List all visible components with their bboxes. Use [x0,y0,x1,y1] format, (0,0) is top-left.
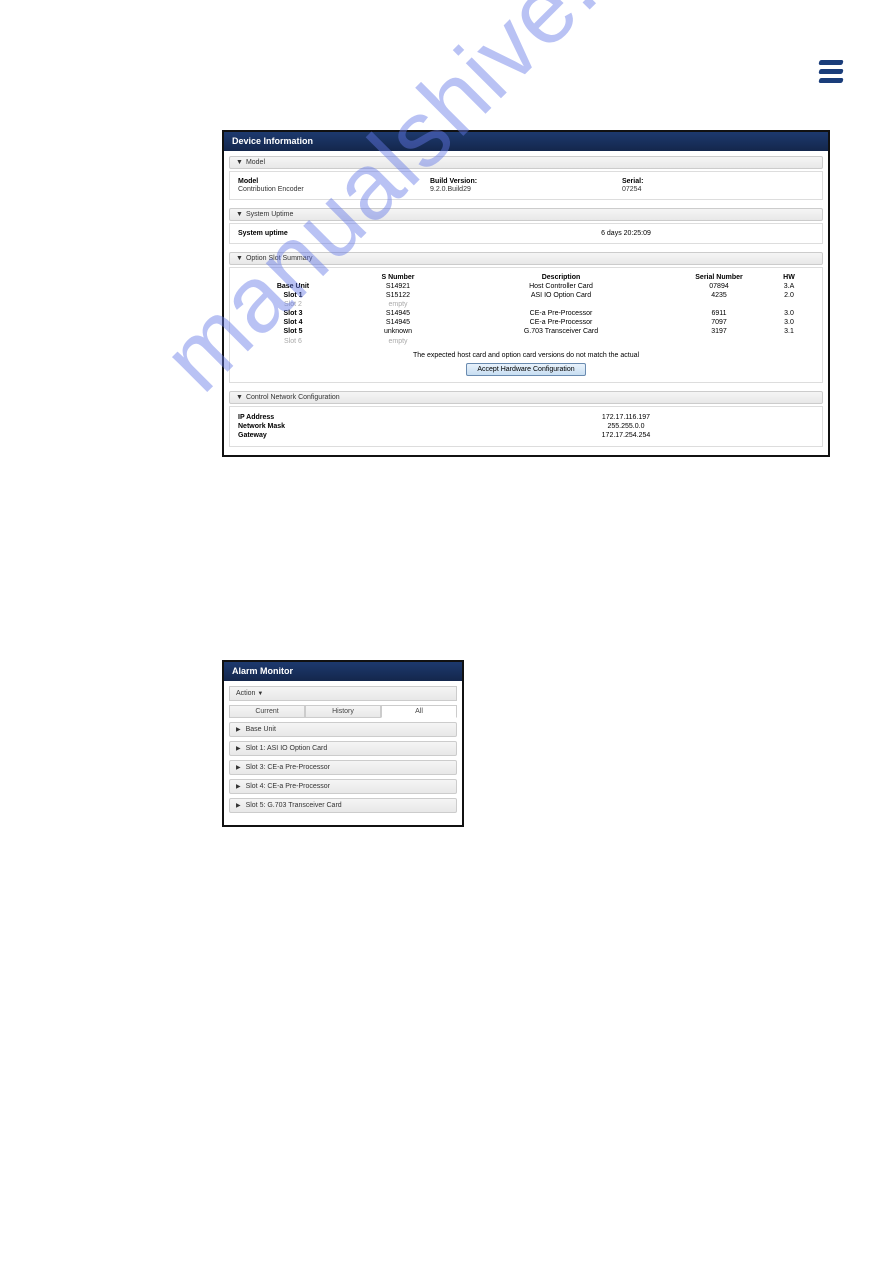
network-header-label: Control Network Configuration [246,394,340,401]
network-section-body: IP Address172.17.116.197Network Mask255.… [229,406,823,447]
alarm-item-label: Slot 3: CE-a Pre-Processor [244,764,330,771]
caret-down-icon: ▼ [236,255,243,262]
alarm-item[interactable]: ▶ Slot 3: CE-a Pre-Processor [229,760,457,775]
uptime-section-body: System uptime 6 days 20:25:09 [229,223,823,244]
caret-right-icon: ▶ [236,727,241,733]
tab-all[interactable]: All [381,705,457,718]
slot-note: The expected host card and option card v… [238,352,814,359]
alarm-item[interactable]: ▶ Slot 4: CE-a Pre-Processor [229,779,457,794]
model-value: Contribution Encoder [238,186,430,193]
caret-right-icon: ▶ [236,746,241,752]
network-row: IP Address172.17.116.197 [238,413,814,422]
model-label: Model [238,178,430,185]
table-row: Base UnitS14921Host Controller Card07894… [238,282,814,291]
uptime-section-header[interactable]: ▼System Uptime [229,208,823,221]
alarm-item[interactable]: ▶ Slot 5: G.703 Transceiver Card [229,798,457,813]
uptime-value: 6 days 20:25:09 [438,230,814,237]
network-section-header[interactable]: ▼Control Network Configuration [229,391,823,404]
table-row: Slot 1S15122ASI IO Option Card42352.0 [238,291,814,300]
serial-value: 07254 [622,186,814,193]
alarm-item-label: Base Unit [244,726,276,733]
alarm-item-label: Slot 4: CE-a Pre-Processor [244,783,330,790]
table-row: Slot 3S14945CE-a Pre-Processor69113.0 [238,309,814,318]
caret-right-icon: ▶ [236,784,241,790]
table-row: Slot 5unknownG.703 Transceiver Card31973… [238,327,814,336]
build-label: Build Version: [430,178,622,185]
slot-table-header: S Number Description Serial Number HW [238,274,814,281]
device-info-title: Device Information [224,132,828,151]
action-menu[interactable]: Action ▼ [229,686,457,701]
device-information-panel: Device Information ▼Model Model Contribu… [222,130,830,457]
build-value: 9.2.0.Build29 [430,186,622,193]
accept-hardware-button[interactable]: Accept Hardware Configuration [466,363,585,376]
caret-down-icon: ▼ [236,159,243,166]
network-row: Network Mask255.255.0.0 [238,422,814,431]
uptime-label: System uptime [238,230,438,237]
serial-label: Serial: [622,178,814,185]
table-row: Slot 4S14945CE-a Pre-Processor70973.0 [238,318,814,327]
model-section-body: Model Contribution Encoder Build Version… [229,171,823,200]
alarm-monitor-title: Alarm Monitor [224,662,462,681]
caret-right-icon: ▶ [236,765,241,771]
ericsson-logo-icon [819,60,843,92]
caret-down-icon: ▼ [236,394,243,401]
tab-current[interactable]: Current [229,705,305,718]
uptime-header-label: System Uptime [246,211,293,218]
network-row: Gateway172.17.254.254 [238,431,814,440]
tab-history[interactable]: History [305,705,381,718]
slot-section-body: S Number Description Serial Number HW Ba… [229,267,823,383]
alarm-item[interactable]: ▶ Slot 1: ASI IO Option Card [229,741,457,756]
model-header-label: Model [246,159,265,166]
caret-down-icon: ▼ [236,211,243,218]
alarm-monitor-panel: Alarm Monitor Action ▼ CurrentHistoryAll… [222,660,464,827]
alarm-tabs: CurrentHistoryAll [229,705,457,718]
table-row: Slot 2empty [238,300,814,309]
alarm-item[interactable]: ▶ Base Unit [229,722,457,737]
model-section-header[interactable]: ▼Model [229,156,823,169]
caret-right-icon: ▶ [236,803,241,809]
chevron-down-icon: ▼ [257,691,263,697]
alarm-item-label: Slot 1: ASI IO Option Card [244,745,328,752]
table-row: Slot 6empty [238,337,814,346]
alarm-item-label: Slot 5: G.703 Transceiver Card [244,802,342,809]
action-label: Action [236,690,255,697]
slot-section-header[interactable]: ▼Option Slot Summary [229,252,823,265]
slot-header-label: Option Slot Summary [246,255,313,262]
